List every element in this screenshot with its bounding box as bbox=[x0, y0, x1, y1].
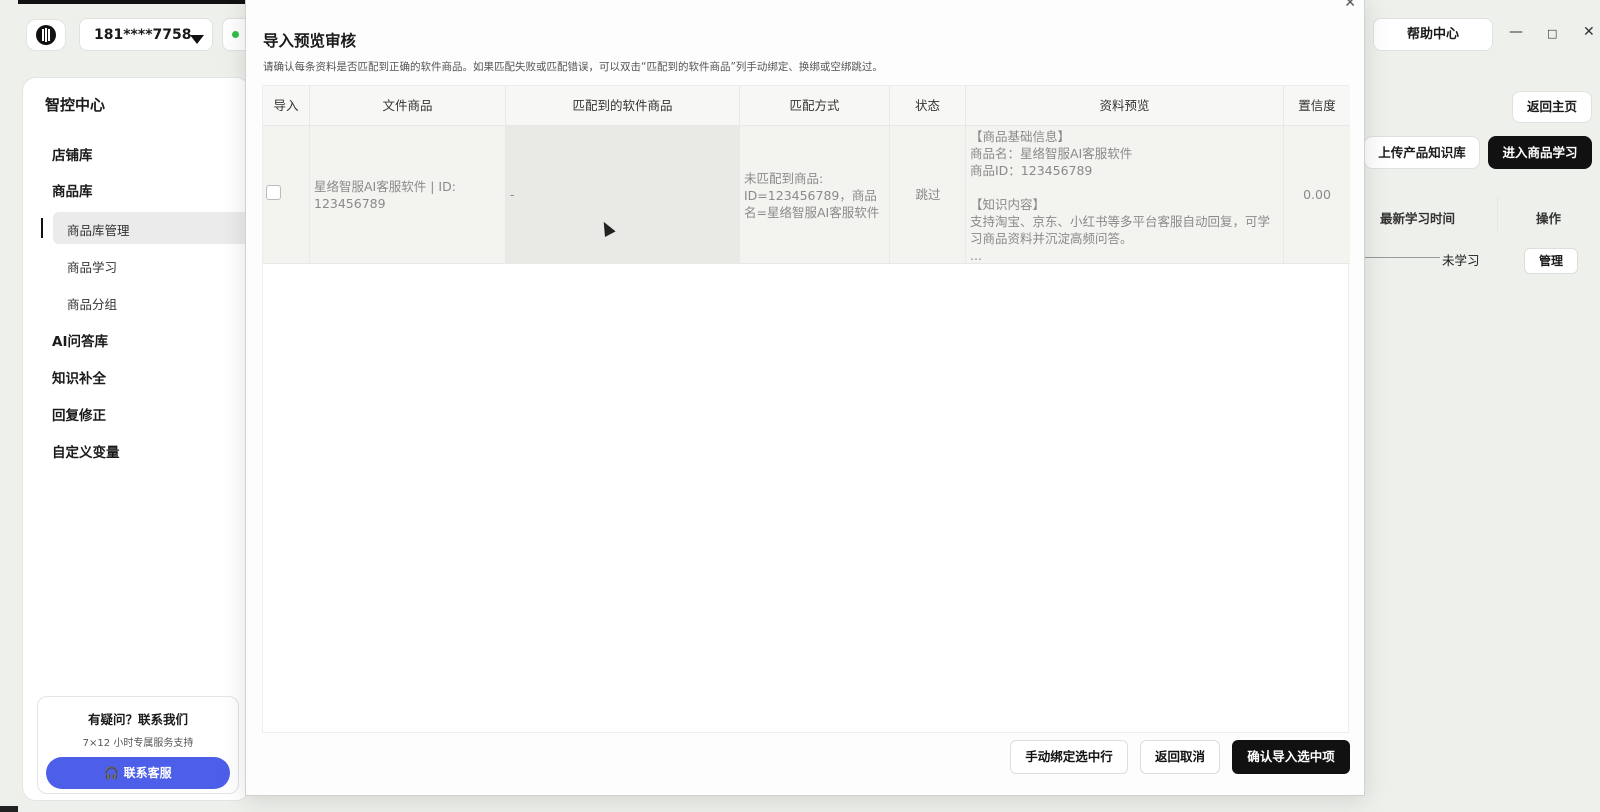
bottom-strip bbox=[0, 806, 18, 812]
modal-title: 导入预览审核 bbox=[263, 32, 357, 50]
column-header-match-method: 匹配方式 bbox=[740, 86, 890, 126]
column-header-actions: 操作 bbox=[1536, 211, 1562, 226]
help-center-button[interactable]: 帮助中心 bbox=[1373, 18, 1493, 51]
close-icon[interactable]: ✕ bbox=[1583, 24, 1595, 40]
import-checkbox[interactable] bbox=[266, 185, 281, 200]
table-header: 导入 文件商品 匹配到的软件商品 匹配方式 状态 资料预览 置信度 bbox=[263, 86, 1350, 126]
sidebar-item-reply-correction[interactable]: 回复修正 bbox=[52, 404, 106, 424]
preview-line: 商品名：星络智服AI客服软件 bbox=[970, 146, 1133, 161]
sidebar: 智控中心 店铺库 商品库 商品库管理 商品学习 商品分组 AI问答库 知识补全 … bbox=[22, 77, 251, 801]
headset-icon: 🎧 bbox=[104, 766, 120, 780]
column-header-confidence: 置信度 bbox=[1298, 98, 1336, 113]
cancel-button[interactable]: 返回取消 bbox=[1140, 740, 1220, 774]
status-text: 跳过 bbox=[915, 187, 941, 202]
maximize-icon[interactable]: □ bbox=[1547, 27, 1557, 40]
minimize-icon[interactable]: — bbox=[1509, 24, 1523, 40]
account-selector[interactable]: 181****7758 bbox=[79, 18, 213, 51]
column-header-preview: 资料预览 bbox=[966, 86, 1284, 126]
empty-time-placeholder bbox=[1365, 257, 1440, 258]
match-method-text: 未匹配到商品: ID=123456789，商品名=星络智服AI客服软件 bbox=[744, 171, 880, 220]
sidebar-item-product-library[interactable]: 商品库 bbox=[52, 180, 93, 200]
import-preview-modal: ✕ 导入预览审核 请确认每条资料是否匹配到正确的软件商品。如果匹配失败或匹配错误… bbox=[245, 0, 1365, 796]
contact-title: 有疑问？联系我们 bbox=[87, 712, 188, 727]
matched-product-cell[interactable]: - bbox=[506, 126, 740, 264]
sidebar-item-store-library[interactable]: 店铺库 bbox=[52, 144, 93, 164]
table-row[interactable]: 星络智服AI客服软件 | ID: 123456789 - 未匹配到商品: ID=… bbox=[263, 126, 1350, 264]
preview-line: ... bbox=[970, 248, 982, 263]
column-header-latest-learning-time: 最新学习时间 bbox=[1380, 211, 1456, 226]
learning-status: 未学习 bbox=[1442, 253, 1480, 268]
app-logo[interactable] bbox=[26, 19, 66, 51]
column-header-file-product: 文件商品 bbox=[310, 86, 506, 126]
status-cell: 跳过 bbox=[890, 126, 966, 264]
logo-icon bbox=[36, 25, 56, 45]
manage-button[interactable]: 管理 bbox=[1524, 248, 1578, 274]
contact-support-label: 联系客服 bbox=[123, 766, 172, 780]
preview-cell: 【商品基础信息】 商品名：星络智服AI客服软件 商品ID：123456789 【… bbox=[966, 126, 1284, 264]
preview-table: 导入 文件商品 匹配到的软件商品 匹配方式 状态 资料预览 置信度 星络智服AI… bbox=[262, 85, 1350, 733]
chevron-down-icon bbox=[190, 35, 204, 44]
sidebar-item-product-groups[interactable]: 商品分组 bbox=[67, 294, 117, 313]
upload-knowledge-base-button[interactable]: 上传产品知识库 bbox=[1364, 136, 1480, 169]
sidebar-item-ai-qa[interactable]: AI问答库 bbox=[52, 330, 108, 350]
nav-active-indicator bbox=[41, 218, 43, 238]
preview-text: 【商品基础信息】 商品名：星络智服AI客服软件 商品ID：123456789 【… bbox=[970, 128, 1276, 264]
preview-line: 【知识内容】 bbox=[970, 197, 1046, 212]
enter-product-learning-button[interactable]: 进入商品学习 bbox=[1488, 136, 1592, 169]
contact-subtitle: 7×12 小时专属服务支持 bbox=[82, 738, 194, 749]
confidence-cell: 0.00 bbox=[1284, 126, 1350, 264]
file-product-cell: 星络智服AI客服软件 | ID: 123456789 bbox=[310, 126, 506, 264]
sidebar-item-knowledge-completion[interactable]: 知识补全 bbox=[52, 367, 106, 387]
manual-bind-button[interactable]: 手动绑定选中行 bbox=[1010, 740, 1128, 774]
sidebar-item-product-learning[interactable]: 商品学习 bbox=[67, 257, 117, 276]
column-divider bbox=[1497, 197, 1498, 233]
column-header-matched-product: 匹配到的软件商品 bbox=[506, 86, 740, 126]
match-method-cell: 未匹配到商品: ID=123456789，商品名=星络智服AI客服软件 bbox=[740, 126, 890, 264]
preview-line: 支持淘宝、京东、小红书等多平台客服自动回复，可学习商品资料并沉淀高频问答。 bbox=[970, 214, 1271, 246]
sidebar-item-product-library-management[interactable]: 商品库管理 bbox=[67, 220, 130, 239]
column-header-status: 状态 bbox=[890, 86, 966, 126]
sidebar-item-custom-variables[interactable]: 自定义变量 bbox=[52, 441, 120, 461]
contact-card: 有疑问？联系我们 7×12 小时专属服务支持 🎧 联系客服 bbox=[37, 696, 239, 794]
close-icon[interactable]: ✕ bbox=[1344, 0, 1356, 11]
contact-support-button[interactable]: 🎧 联系客服 bbox=[46, 757, 230, 789]
preview-line: 【商品基础信息】 bbox=[970, 129, 1071, 144]
confirm-import-button[interactable]: 确认导入选中项 bbox=[1232, 740, 1350, 774]
preview-line: 商品ID：123456789 bbox=[970, 163, 1093, 178]
column-header-import: 导入 bbox=[263, 86, 310, 126]
preview-line bbox=[970, 179, 1276, 196]
account-phone: 181****7758 bbox=[94, 27, 192, 43]
confidence-text: 0.00 bbox=[1303, 187, 1331, 202]
back-home-button[interactable]: 返回主页 bbox=[1512, 91, 1592, 123]
online-status-dot bbox=[232, 31, 239, 38]
matched-product-text: - bbox=[510, 187, 515, 202]
sidebar-title: 智控中心 bbox=[45, 96, 106, 114]
import-cell bbox=[263, 126, 310, 264]
modal-description: 请确认每条资料是否匹配到正确的软件商品。如果匹配失败或匹配错误，可以双击“匹配到… bbox=[263, 61, 883, 73]
file-product-text: 星络智服AI客服软件 | ID: 123456789 bbox=[314, 179, 456, 211]
